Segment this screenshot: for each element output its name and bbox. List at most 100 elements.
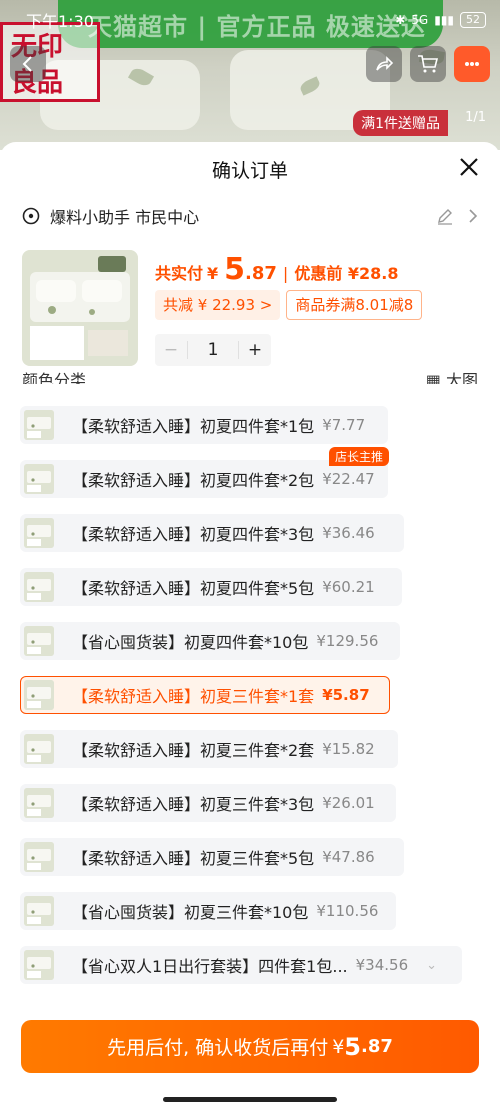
currency-symbol: ¥ [207, 264, 219, 283]
sku-option-name: 【柔软舒适入睡】初夏三件套*3包 [72, 795, 315, 814]
sku-thumbnail [24, 626, 54, 656]
sku-thumbnail [24, 788, 54, 818]
back-arrow-icon [22, 56, 32, 72]
sku-thumbnail [24, 842, 54, 872]
close-button[interactable] [454, 152, 484, 182]
sku-option-name: 【柔软舒适入睡】初夏四件套*3包 [72, 525, 315, 544]
bluetooth-icon: ✱ [395, 13, 406, 27]
sku-option[interactable]: 【柔软舒适入睡】初夏四件套*5包 ¥60.21 [20, 568, 402, 606]
sku-option-name: 【省心囤货装】初夏四件套*10包 [72, 633, 309, 652]
total-saved-chip[interactable]: 共减 ¥ 22.93 > [155, 290, 281, 320]
sku-option-name: 【柔软舒适入睡】初夏三件套*1套 [72, 687, 315, 706]
sku-option-price: ¥26.01 [322, 794, 375, 812]
large-image-toggle[interactable]: ▦ 大图 [426, 366, 478, 384]
sku-thumbnail [24, 572, 54, 602]
sku-option-price: ¥47.86 [322, 848, 375, 866]
sku-option-price: ¥15.82 [322, 740, 375, 758]
recommended-badge: 店长主推 [328, 447, 389, 466]
bedding-image-icon [22, 250, 138, 366]
quantity-value[interactable]: 1 [187, 341, 239, 359]
sku-option[interactable]: 【省心囤货装】初夏三件套*10包 ¥110.56 [20, 892, 396, 930]
sku-option-price: ¥5.87 [322, 686, 370, 704]
sku-thumbnail [24, 950, 54, 980]
status-time: 下午1:30 [26, 12, 94, 31]
message-button[interactable] [454, 46, 490, 82]
edit-icon[interactable] [436, 207, 454, 225]
network-label: 5G [411, 13, 429, 27]
coupon-chip[interactable]: 商品券满8.01减8 [286, 290, 423, 320]
product-thumbnail[interactable] [22, 250, 138, 366]
grid-icon: ▦ [425, 371, 446, 384]
sku-option-price: ¥110.56 [316, 902, 379, 920]
sku-option-price: ¥129.56 [316, 632, 379, 650]
sku-option[interactable]: 【省心囤货装】初夏四件套*10包 ¥129.56 [20, 622, 400, 660]
discount-chips: 共减 ¥ 22.93 > 商品券满8.01减8 [155, 290, 423, 320]
sku-option-price: ¥60.21 [322, 578, 375, 596]
large-image-label: 大图 [445, 371, 478, 384]
signal-icon: ▮▮▮ [434, 13, 454, 27]
close-icon [460, 158, 478, 176]
cta-amount-decimal: .87 [361, 1036, 393, 1057]
price-integer: 5 [224, 252, 246, 287]
price-separator: | [282, 264, 289, 283]
sku-option[interactable]: 【柔软舒适入睡】初夏三件套*3包 ¥26.01 [20, 784, 396, 822]
paid-label: 共实付 [155, 264, 204, 283]
address-row[interactable]: 爆料小助手 市民中心 [22, 202, 478, 230]
sku-option-name: 【柔软舒适入睡】初夏四件套*5包 [72, 579, 315, 598]
cart-icon [418, 55, 439, 73]
gift-tag-text: 满1件送赠品 [361, 116, 440, 132]
cta-text: 先用后付, 确认收货后再付 [107, 1037, 329, 1059]
battery-icon: 52 [460, 12, 486, 28]
status-bar: 下午1:30 ✱ 5G ▮▮▮ 52 [0, 0, 500, 40]
sku-option-name: 【省心双人1日出行套装】四件套1包... [72, 957, 348, 976]
back-button[interactable] [10, 46, 46, 82]
sku-option[interactable]: 【柔软舒适入睡】初夏三件套*1套 ¥5.87 [20, 676, 390, 714]
pay-later-confirm-button[interactable]: 先用后付, 确认收货后再付 ¥ 5 .87 [21, 1020, 479, 1073]
price-summary: 共实付 ¥ 5 .87 | 优惠前 ¥28.8 [155, 252, 399, 287]
status-icons: ✱ 5G ▮▮▮ 52 [395, 12, 486, 28]
sku-option-name: 【柔软舒适入睡】初夏四件套*2包 [72, 471, 315, 490]
sku-option-price: ¥34.56 [355, 956, 409, 974]
sku-thumbnail [24, 896, 54, 926]
sku-option-price: ¥7.77 [322, 416, 366, 434]
sku-option-name: 【柔软舒适入睡】初夏三件套*5包 [72, 849, 315, 868]
message-icon [465, 62, 479, 66]
share-button[interactable] [366, 46, 402, 82]
sku-option[interactable]: 【柔软舒适入睡】初夏四件套*1包 ¥7.77 [20, 406, 388, 444]
color-category-heading: 颜色分类 [22, 371, 87, 384]
battery-level: 52 [466, 13, 480, 26]
sku-thumbnail [24, 410, 54, 440]
chevron-down-icon[interactable]: ⌄ [426, 958, 437, 973]
sku-thumbnail [24, 734, 54, 764]
sku-thumbnail [24, 464, 54, 494]
sku-thumbnail [24, 518, 54, 548]
sku-option[interactable]: 【柔软舒适入睡】初夏四件套*2包 ¥22.47 店长主推 [20, 447, 389, 498]
sku-thumbnail [24, 680, 54, 710]
sheet-title: 确认订单 [211, 160, 288, 182]
sku-option-name: 【柔软舒适入睡】初夏四件套*1包 [72, 417, 315, 436]
image-pager: 1/1 [465, 110, 486, 125]
sku-option-price: ¥36.46 [322, 524, 375, 542]
sku-option-name: 【柔软舒适入睡】初夏三件套*2套 [72, 741, 315, 760]
price-decimal: .87 [245, 263, 277, 284]
cta-currency: ¥ [332, 1035, 345, 1058]
decrease-quantity-button[interactable]: − [155, 340, 187, 360]
gift-promo-tag: 满1件送赠品 [353, 110, 448, 136]
home-indicator[interactable] [163, 1097, 337, 1102]
sku-option[interactable]: 【柔软舒适入睡】初夏四件套*3包 ¥36.46 [20, 514, 404, 552]
sku-option-name: 【省心囤货装】初夏三件套*10包 [72, 903, 309, 922]
cart-button[interactable] [410, 46, 446, 82]
sku-option[interactable]: 【省心双人1日出行套装】四件套1包... ¥34.56 ⌄ [20, 946, 462, 984]
address-text: 爆料小助手 市民中心 [50, 208, 200, 227]
sku-option[interactable]: 【柔软舒适入睡】初夏三件套*5包 ¥47.86 [20, 838, 404, 876]
cta-amount-integer: 5 [344, 1032, 361, 1061]
increase-quantity-button[interactable]: + [239, 340, 271, 360]
chevron-right-icon [469, 209, 478, 223]
sku-option[interactable]: 【柔软舒适入睡】初夏三件套*2套 ¥15.82 [20, 730, 398, 768]
share-icon [376, 56, 394, 71]
quantity-stepper: − 1 + [155, 334, 271, 366]
pre-discount-price: 优惠前 ¥28.8 [294, 264, 399, 283]
sku-option-price: ¥22.47 [322, 470, 375, 488]
location-pin-icon [22, 207, 40, 225]
confirm-order-sheet: 确认订单 爆料小助手 市民中心 共实付 ¥ 5 .87 | 优惠前 ¥28.8 … [0, 142, 500, 1111]
